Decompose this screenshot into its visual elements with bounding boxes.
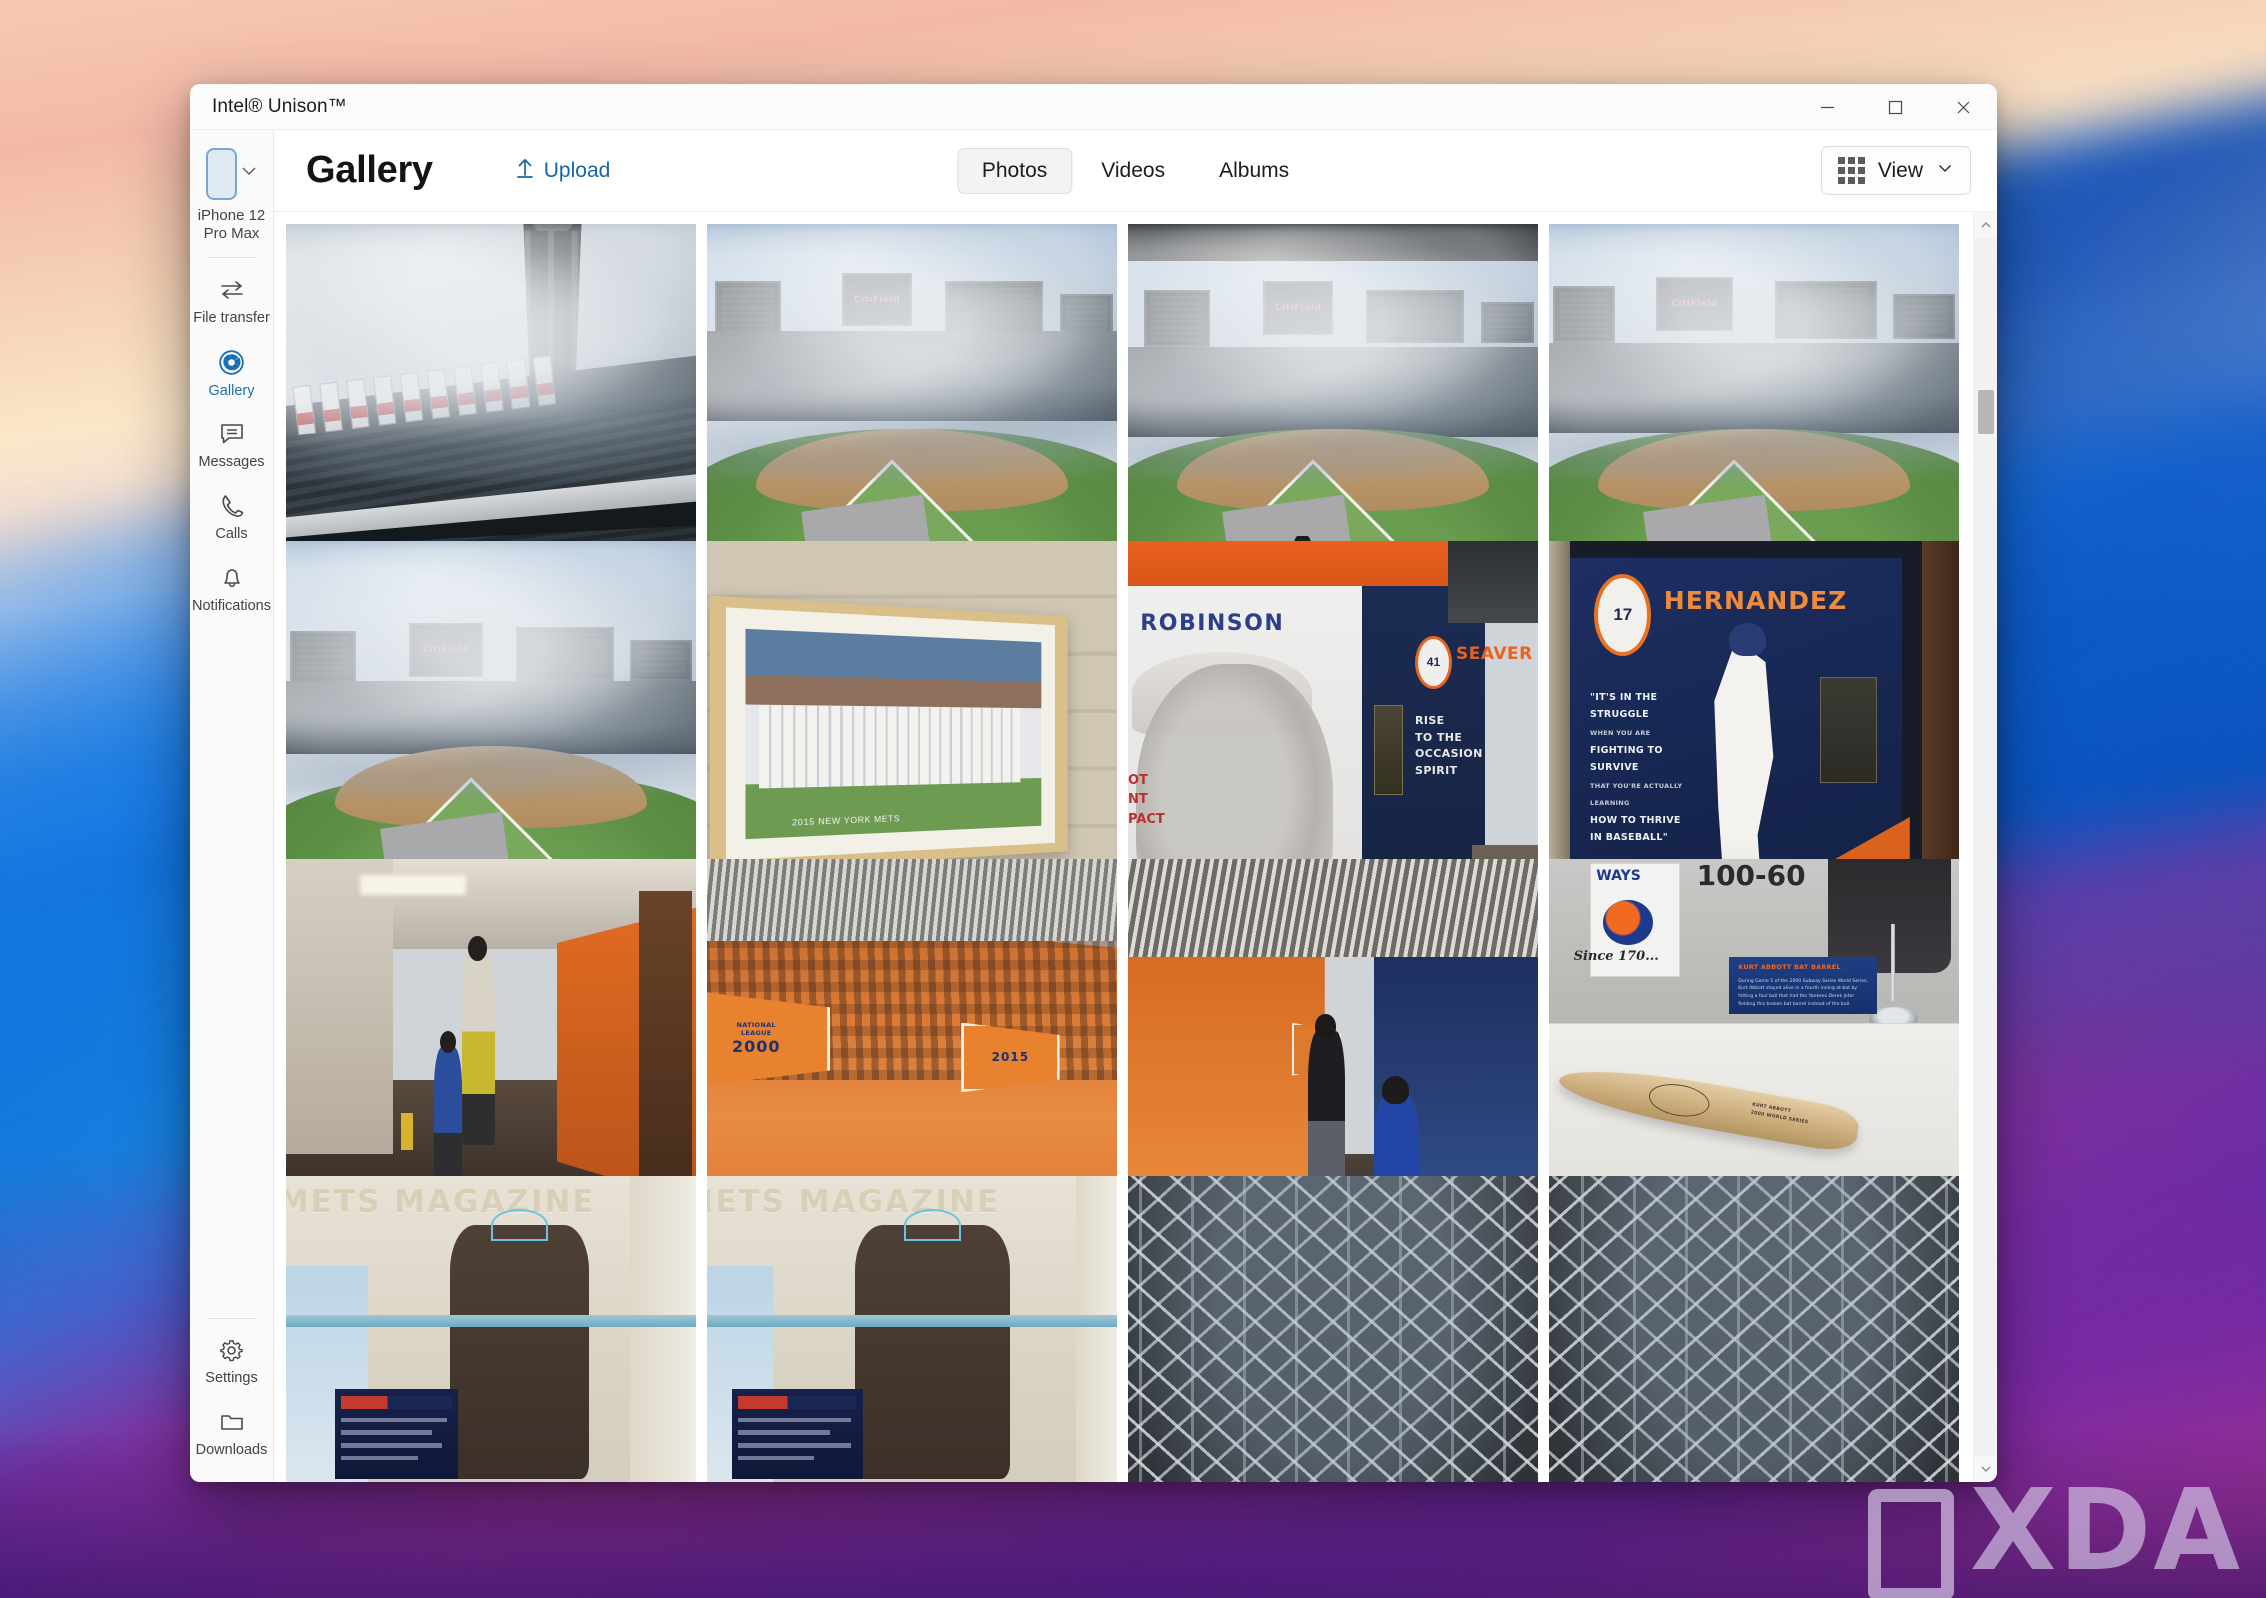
gallery-scroll-area: photo-2CitiField — [274, 212, 1997, 1482]
upload-arrow-icon — [515, 157, 535, 185]
photo-grid: photo-2CitiField — [274, 212, 1973, 1482]
gallery-scrollbar[interactable] — [1973, 212, 1997, 1482]
close-button[interactable] — [1929, 84, 1997, 130]
scrollbar-thumb[interactable] — [1978, 390, 1994, 434]
mural-quote-text: "IT'S IN THE STRUGGLE WHEN YOU ARE FIGHTIN… — [1590, 691, 1683, 844]
xda-watermark-text: XDA — [1970, 1466, 2242, 1597]
tab-albums[interactable]: Albums — [1194, 148, 1314, 194]
poster-ways-text: WAYS — [1596, 868, 1641, 885]
sidebar-item-label: Notifications — [192, 598, 271, 615]
photo-6-caption-text: 2015 NEW YORK METS — [792, 812, 901, 827]
sidebar-item-calls[interactable]: Calls — [192, 480, 272, 552]
bat-stamp-text: KURT ABBOTT 2000 WORLD SERIES — [1750, 1102, 1809, 1126]
window-title-bar: Intel® Unison™ — [190, 84, 1997, 130]
maximize-button[interactable] — [1861, 84, 1929, 130]
photo-14-image: METS MAGAZINE — [707, 1175, 1117, 1482]
sidebar-bottom-group: Settings Downloads — [192, 1305, 272, 1468]
mets-magazine-text: METS MAGAZINE — [286, 1183, 596, 1220]
xda-bracket-logo — [1868, 1489, 1954, 1598]
mural-rise-text: RISE TO THE OCCASION SPIRIT — [1415, 714, 1483, 777]
tab-videos[interactable]: Videos — [1076, 148, 1190, 194]
gear-icon — [218, 1337, 245, 1364]
sidebar-divider-bottom — [207, 1318, 256, 1320]
scrollbar-down-arrow[interactable] — [1974, 1456, 1997, 1482]
xda-watermark: XDA — [1868, 1466, 2242, 1598]
photo-13-image: METS MAGAZINE — [286, 1175, 696, 1482]
device-name-line2: Pro Max — [203, 225, 260, 243]
photo-15-image — [1128, 1175, 1538, 1482]
sidebar-divider-top — [207, 256, 256, 258]
desktop-background: Intel® Unison™ iPhone 12 Pro Max File tr… — [0, 0, 2266, 1598]
mural-hernandez-text: HERNANDEZ — [1663, 586, 1848, 616]
page-title: Gallery — [306, 149, 433, 191]
sidebar-item-notifications[interactable]: Notifications — [192, 552, 272, 624]
minimize-button[interactable] — [1793, 84, 1861, 130]
mural-number-17: 17 — [1594, 574, 1652, 657]
sidebar-item-label: Gallery — [208, 382, 255, 399]
transfer-arrows-icon — [218, 276, 246, 304]
mural-seaver-text: SEAVER — [1456, 643, 1533, 664]
bell-icon — [218, 564, 246, 592]
device-selector[interactable] — [205, 148, 258, 200]
message-bubble-icon — [218, 420, 246, 448]
gallery-tabs: Photos Videos Albums — [956, 147, 1314, 194]
sidebar-item-label: File transfer — [193, 309, 270, 326]
photo-16-image — [1549, 1175, 1959, 1482]
poster-since-text: Since 170... — [1573, 948, 1659, 964]
view-button[interactable]: View — [1820, 146, 1971, 195]
intel-unison-window: Intel® Unison™ iPhone 12 Pro Max File tr… — [190, 84, 1997, 1482]
sidebar-item-file-transfer[interactable]: File transfer — [192, 264, 272, 336]
mets-magazine-text: METS MAGAZINE — [707, 1183, 1001, 1220]
sidebar-top-group: iPhone 12 Pro Max File transfer Gallery … — [192, 144, 272, 624]
scrollbar-track[interactable] — [1974, 238, 1997, 1456]
photo-thumbnail[interactable]: METS MAGAZINE — [286, 1175, 696, 1482]
tab-photos[interactable]: Photos — [956, 147, 1073, 194]
sidebar: iPhone 12 Pro Max File transfer Gallery … — [190, 130, 274, 1482]
upload-label: Upload — [543, 158, 611, 182]
sidebar-item-label: Messages — [198, 454, 265, 471]
folder-icon — [218, 1408, 246, 1436]
photo-thumbnail[interactable] — [1549, 1175, 1959, 1482]
sidebar-item-downloads[interactable]: Downloads — [192, 1396, 272, 1468]
mural-red-text: OT NT PACT — [1128, 772, 1165, 827]
photo-thumbnail[interactable]: METS MAGAZINE — [707, 1175, 1117, 1482]
display-label-title: KURT ABBOTT BAT BARREL — [1738, 962, 1841, 971]
device-name: iPhone 12 Pro Max — [193, 207, 271, 244]
photo-thumbnail[interactable] — [1128, 1175, 1538, 1482]
phone-icon — [205, 148, 237, 200]
mural-number-41: 41 — [1415, 635, 1452, 689]
phone-handset-icon — [218, 492, 246, 520]
grid-icon — [1837, 157, 1865, 184]
aperture-icon — [217, 348, 246, 377]
sidebar-item-label: Downloads — [195, 1442, 268, 1459]
sidebar-item-messages[interactable]: Messages — [192, 408, 272, 480]
sidebar-item-label: Calls — [215, 526, 248, 543]
mural-robinson-text: ROBINSON — [1140, 610, 1285, 636]
chevron-down-icon — [1936, 159, 1954, 183]
chevron-down-icon — [240, 162, 258, 186]
window-body: iPhone 12 Pro Max File transfer Gallery … — [190, 130, 1997, 1482]
window-title: Intel® Unison™ — [212, 95, 347, 117]
scrollbar-up-arrow[interactable] — [1974, 212, 1997, 238]
main-content: Gallery Upload Photos Videos Albums View… — [274, 130, 1997, 1482]
window-controls — [1793, 84, 1997, 129]
sidebar-item-gallery[interactable]: Gallery — [192, 336, 272, 409]
sidebar-item-label: Settings — [205, 1370, 258, 1387]
view-label: View — [1877, 158, 1923, 182]
device-name-line1: iPhone 12 — [197, 207, 266, 224]
gallery-toolbar: Gallery Upload Photos Videos Albums View — [274, 130, 1997, 212]
poster-number-text: 100-60 — [1696, 858, 1806, 892]
upload-button[interactable]: Upload — [507, 151, 619, 191]
sidebar-item-settings[interactable]: Settings — [192, 1325, 272, 1396]
display-label-body: During Game 5 of the 2000 Subway Series … — [1738, 978, 1868, 1007]
